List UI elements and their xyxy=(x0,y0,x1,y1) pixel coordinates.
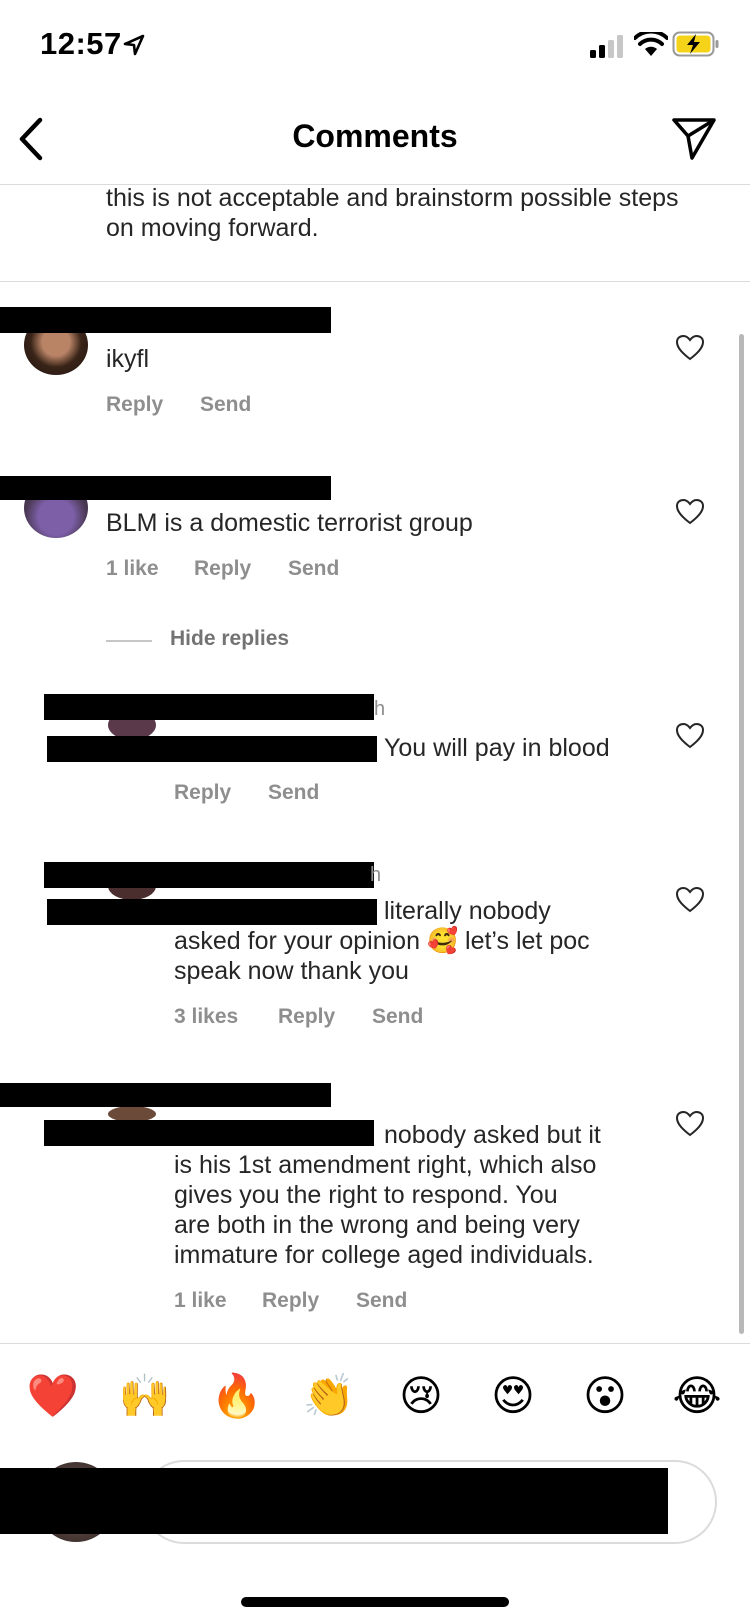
reply-text-line: are both in the wrong and being very xyxy=(174,1211,580,1239)
surprised-face-emoji-button[interactable]: 😮 xyxy=(570,1372,640,1420)
smiling-face-with-hearts-emoji: 🥰 xyxy=(426,926,459,955)
heart-eyes-emoji-button[interactable]: 😍 xyxy=(478,1372,548,1420)
reply-text-line: immature for college aged individuals. xyxy=(174,1241,594,1269)
reply-text-line: literally nobody xyxy=(384,897,551,925)
reply-button[interactable]: Reply xyxy=(194,557,251,581)
battery-charging-icon xyxy=(672,31,719,57)
redacted-input-text xyxy=(0,1468,668,1534)
reply-text-line: speak now thank you xyxy=(174,957,409,985)
cellular-signal-icon xyxy=(590,35,623,58)
wifi-icon xyxy=(634,32,668,56)
home-indicator[interactable] xyxy=(241,1597,509,1607)
emoji-bar-divider xyxy=(0,1343,750,1344)
reply-text: You will pay in blood xyxy=(384,734,610,762)
like-heart-icon[interactable] xyxy=(676,1111,704,1137)
red-heart-emoji-button[interactable]: ❤️ xyxy=(18,1372,88,1420)
direct-send-icon[interactable] xyxy=(670,114,718,162)
clapping-hands-emoji-button[interactable]: 👏 xyxy=(294,1372,364,1420)
like-count[interactable]: 3 likes xyxy=(174,1005,238,1029)
like-heart-icon[interactable] xyxy=(676,887,704,913)
status-time: 12:57 xyxy=(40,26,122,61)
hide-replies-line xyxy=(106,640,152,642)
comment-text: BLM is a domestic terrorist group xyxy=(106,509,473,537)
send-button[interactable]: Send xyxy=(372,1005,423,1029)
timestamp-fragment: h xyxy=(374,698,386,720)
send-button[interactable]: Send xyxy=(268,781,319,805)
reply-button[interactable]: Reply xyxy=(278,1005,335,1029)
like-count[interactable]: 1 like xyxy=(106,557,159,581)
reply-text-line: gives you the right to respond. You xyxy=(174,1181,558,1209)
timestamp-fragment: h xyxy=(370,864,382,886)
reply-text-line: nobody asked but it xyxy=(384,1121,601,1149)
reply-text-fragment: let’s let poc xyxy=(458,927,590,955)
redacted-username xyxy=(44,862,374,888)
reply-text-line: asked for your opinion 🥰 let’s let poc xyxy=(174,926,590,956)
redacted-mention xyxy=(47,736,377,762)
caption-divider xyxy=(0,281,750,282)
page-title: Comments xyxy=(292,118,458,154)
send-button[interactable]: Send xyxy=(356,1289,407,1313)
scrollbar[interactable] xyxy=(739,334,744,1334)
send-button[interactable]: Send xyxy=(200,393,251,417)
hide-replies-button[interactable]: Hide replies xyxy=(170,627,289,651)
tears-of-joy-emoji-button[interactable]: 😂 xyxy=(662,1372,732,1420)
caption-text: this is not acceptable and brainstorm po… xyxy=(106,184,679,242)
comment-text: ikyfl xyxy=(106,345,150,373)
redacted-username xyxy=(0,1083,331,1107)
reply-text-line: is his 1st amendment right, which also xyxy=(174,1151,597,1179)
redacted-mention xyxy=(47,899,377,925)
reply-text-fragment: asked for your opinion xyxy=(174,927,427,955)
fire-emoji-button[interactable]: 🔥 xyxy=(202,1372,272,1420)
redacted-username xyxy=(0,307,331,333)
location-arrow-icon xyxy=(123,34,145,56)
like-heart-icon[interactable] xyxy=(676,335,704,361)
reply-button[interactable]: Reply xyxy=(262,1289,319,1313)
like-heart-icon[interactable] xyxy=(676,499,704,525)
redacted-mention xyxy=(44,1120,374,1146)
reply-button[interactable]: Reply xyxy=(106,393,163,417)
crying-face-emoji-button[interactable]: 😢 xyxy=(386,1372,456,1420)
redacted-username xyxy=(0,476,331,500)
like-count[interactable]: 1 like xyxy=(174,1289,227,1313)
send-button[interactable]: Send xyxy=(288,557,339,581)
raising-hands-emoji-button[interactable]: 🙌 xyxy=(110,1372,180,1420)
like-heart-icon[interactable] xyxy=(676,723,704,749)
reply-button[interactable]: Reply xyxy=(174,781,231,805)
redacted-username xyxy=(44,694,374,720)
